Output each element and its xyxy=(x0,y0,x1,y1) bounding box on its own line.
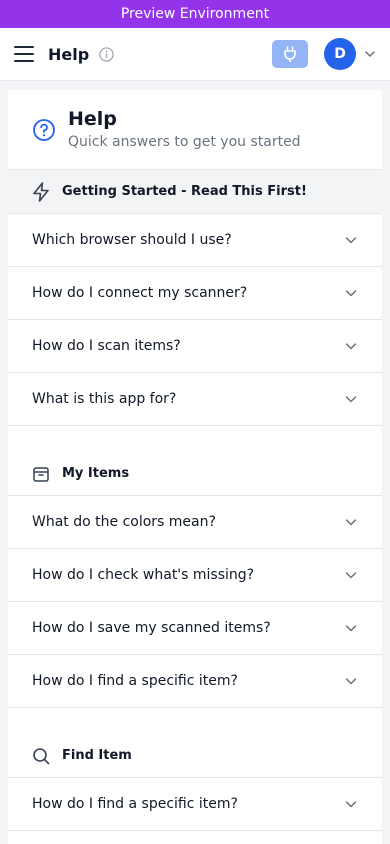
page-title: Help xyxy=(48,44,90,64)
faq-item[interactable]: Which browser should I use? xyxy=(8,214,382,267)
plug-icon xyxy=(284,46,296,62)
faq-question: How do I check what's missing? xyxy=(32,567,255,583)
avatar-initial: D xyxy=(334,46,346,62)
faq-item[interactable]: What is this app for? xyxy=(8,373,382,426)
section-title: Find Item xyxy=(62,748,132,763)
chevron-down-icon xyxy=(344,392,358,406)
faq-question: How do I scan items? xyxy=(32,338,181,354)
info-icon[interactable] xyxy=(99,46,114,62)
chevron-down-icon[interactable] xyxy=(364,48,376,60)
help-header: Help Quick answers to get you started xyxy=(8,90,382,170)
question-circle-icon xyxy=(32,118,56,142)
chevron-down-icon xyxy=(344,797,358,811)
section-my-items: My Items xyxy=(8,426,382,496)
menu-icon[interactable] xyxy=(14,46,34,62)
faq-item[interactable]: How do I connect my scanner? xyxy=(8,267,382,320)
section-getting-started: Getting Started - Read This First! xyxy=(8,170,382,214)
faq-question: What do the colors mean? xyxy=(32,514,216,530)
section-title: My Items xyxy=(62,466,130,481)
chevron-down-icon xyxy=(344,568,358,582)
faq-question: How do I connect my scanner? xyxy=(32,285,248,301)
scanner-connect-button[interactable] xyxy=(272,40,308,68)
chevron-down-icon xyxy=(344,286,358,300)
faq-item[interactable]: How do I find a specific item? xyxy=(8,655,382,708)
environment-banner-text: Preview Environment xyxy=(120,6,270,22)
faq-item[interactable]: How do I find a specific item? xyxy=(8,778,382,831)
box-icon xyxy=(32,464,52,484)
chevron-down-icon xyxy=(344,621,358,635)
chevron-down-icon xyxy=(344,339,358,353)
help-subtitle: Quick answers to get you started xyxy=(68,134,301,150)
section-title: Getting Started - Read This First! xyxy=(62,184,307,199)
help-title: Help xyxy=(68,108,117,130)
search-icon xyxy=(32,746,52,766)
chevron-down-icon xyxy=(344,515,358,529)
lightning-icon xyxy=(32,181,52,202)
faq-item[interactable]: How do I save my scanned items? xyxy=(8,602,382,655)
environment-banner: Preview Environment xyxy=(0,0,390,28)
faq-question: Which browser should I use? xyxy=(32,232,232,248)
top-bar: Help D xyxy=(0,28,390,81)
faq-item[interactable]: What do the colors mean? xyxy=(8,496,382,549)
faq-question: How do I find a specific item? xyxy=(32,673,238,689)
faq-item[interactable]: How do I scan items? xyxy=(8,320,382,373)
section-find-item: Find Item xyxy=(8,708,382,778)
faq-item[interactable]: How do I check what's missing? xyxy=(8,549,382,602)
help-panel: Help Quick answers to get you started Ge… xyxy=(8,90,382,844)
faq-question: How do I save my scanned items? xyxy=(32,620,271,636)
avatar[interactable]: D xyxy=(324,38,356,70)
faq-question: How do I find a specific item? xyxy=(32,796,238,812)
chevron-down-icon xyxy=(344,233,358,247)
faq-question: What is this app for? xyxy=(32,391,177,407)
chevron-down-icon xyxy=(344,674,358,688)
